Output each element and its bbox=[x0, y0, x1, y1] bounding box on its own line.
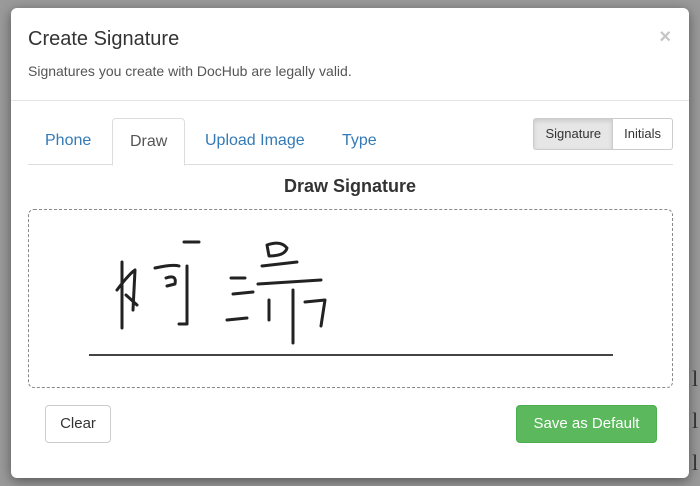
signature-stroke bbox=[177, 264, 189, 326]
signature-stroke bbox=[260, 260, 299, 268]
signature-stroke bbox=[153, 263, 181, 270]
modal-subtitle: Signatures you create with DocHub are le… bbox=[28, 63, 352, 79]
signature-stroke bbox=[265, 241, 289, 258]
signature-stroke bbox=[164, 275, 177, 288]
signature-drawing bbox=[89, 240, 613, 356]
signature-stroke bbox=[231, 290, 255, 296]
signature-stroke bbox=[124, 293, 139, 307]
signature-stroke bbox=[115, 268, 137, 312]
signature-mode-button[interactable]: Signature bbox=[533, 118, 614, 150]
signature-stroke bbox=[303, 298, 327, 328]
create-signature-modal: Create Signature Signatures you create w… bbox=[11, 8, 689, 478]
signature-initials-toggle: Signature Initials bbox=[533, 118, 673, 150]
modal-title: Create Signature bbox=[28, 28, 180, 50]
background-text: l bbox=[692, 408, 699, 433]
close-icon[interactable]: × bbox=[659, 26, 671, 49]
signature-stroke bbox=[225, 316, 249, 322]
signature-stroke bbox=[256, 278, 323, 286]
initials-mode-button[interactable]: Initials bbox=[613, 118, 673, 150]
background-text: l bbox=[692, 366, 699, 391]
draw-signature-heading: Draw Signature bbox=[283, 176, 417, 196]
modal-header: Create Signature Signatures you create w… bbox=[11, 8, 689, 101]
save-as-default-button[interactable]: Save as Default bbox=[516, 405, 657, 443]
tab-type[interactable]: Type bbox=[325, 118, 394, 163]
tab-draw[interactable]: Draw bbox=[112, 118, 186, 166]
signature-drawing-canvas[interactable] bbox=[28, 209, 673, 388]
clear-button[interactable]: Clear bbox=[45, 405, 111, 443]
background-text: l bbox=[692, 450, 699, 475]
tab-upload-image[interactable]: Upload Image bbox=[188, 118, 322, 163]
tab-phone[interactable]: Phone bbox=[28, 118, 108, 163]
